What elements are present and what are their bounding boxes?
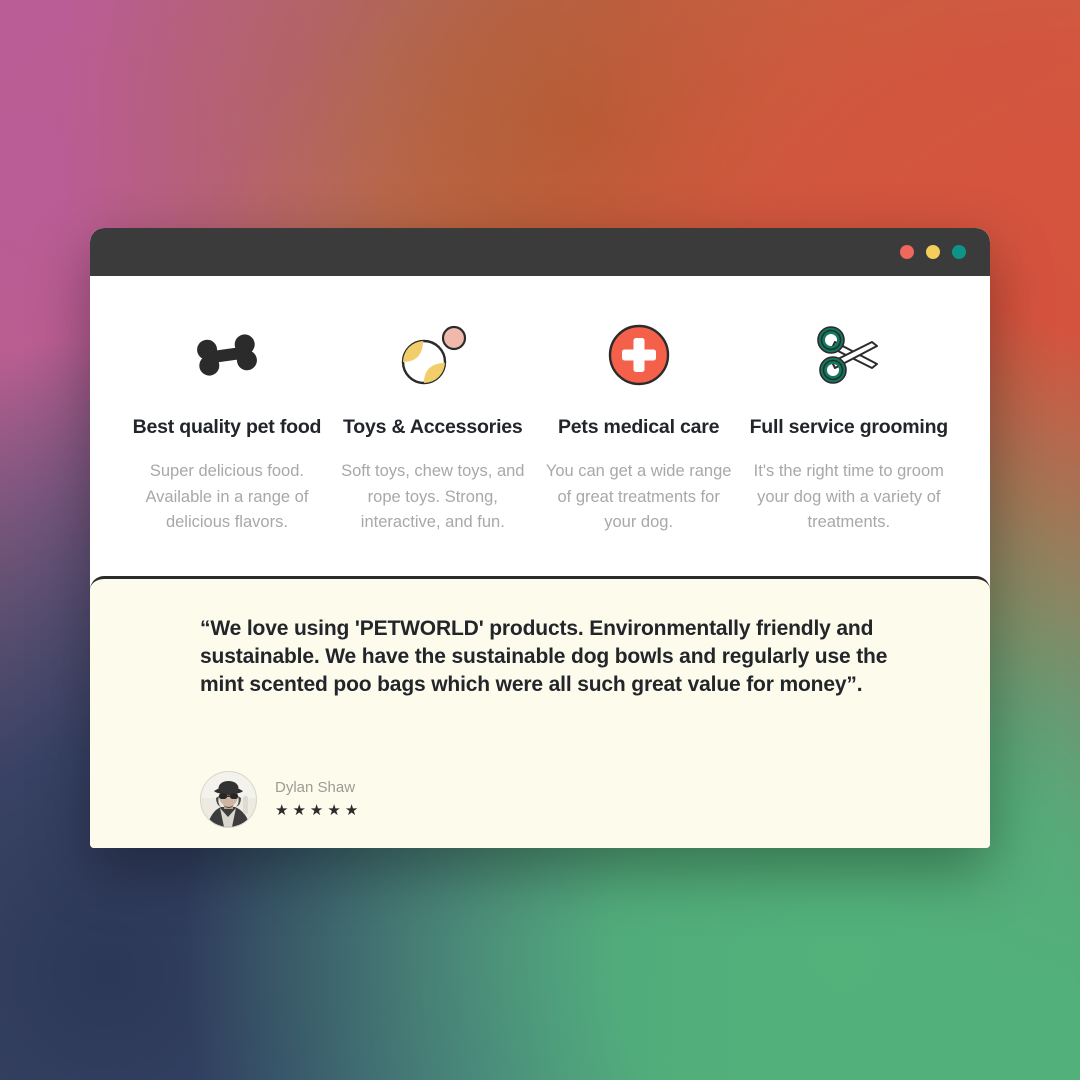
tennis-balls-icon bbox=[399, 316, 467, 394]
maximize-button[interactable] bbox=[952, 245, 966, 259]
feature-card-medical[interactable]: Pets medical care You can get a wide ran… bbox=[536, 316, 742, 576]
feature-description: It's the right time to groom your dog wi… bbox=[753, 462, 944, 531]
browser-window-card: Best quality pet food Super delicious fo… bbox=[90, 228, 990, 848]
feature-title: Pets medical care bbox=[557, 416, 720, 438]
testimonial-author: Dylan Shaw ★ ★ ★ ★ ★ bbox=[200, 771, 358, 828]
minimize-button[interactable] bbox=[926, 245, 940, 259]
feature-description: Super delicious food. Available in a ran… bbox=[145, 462, 309, 531]
feature-description: Soft toys, chew toys, and rope toys. Str… bbox=[341, 462, 525, 531]
star-icon: ★ bbox=[292, 802, 306, 819]
window-titlebar bbox=[90, 228, 990, 276]
feature-card-pet-food[interactable]: Best quality pet food Super delicious fo… bbox=[124, 316, 330, 576]
star-icon: ★ bbox=[327, 802, 341, 819]
feature-title: Full service grooming bbox=[749, 416, 949, 438]
medical-cross-icon bbox=[608, 316, 670, 394]
features-row: Best quality pet food Super delicious fo… bbox=[90, 276, 990, 576]
feature-title: Toys & Accessories bbox=[343, 416, 523, 438]
feature-card-grooming[interactable]: Full service grooming It's the right tim… bbox=[742, 316, 956, 576]
star-icon: ★ bbox=[275, 802, 289, 819]
testimonial-panel: “We love using 'PETWORLD' products. Envi… bbox=[90, 576, 990, 848]
close-button[interactable] bbox=[900, 245, 914, 259]
testimonial-quote: “We love using 'PETWORLD' products. Envi… bbox=[200, 617, 888, 696]
star-icon: ★ bbox=[309, 802, 324, 819]
author-meta: Dylan Shaw ★ ★ ★ ★ ★ bbox=[275, 779, 358, 820]
feature-description: You can get a wide range of great treatm… bbox=[545, 462, 732, 531]
author-name: Dylan Shaw bbox=[275, 779, 356, 796]
star-rating: ★ ★ ★ ★ ★ bbox=[275, 803, 358, 818]
bone-icon bbox=[194, 316, 260, 394]
avatar bbox=[200, 771, 257, 828]
scissors-icon bbox=[815, 316, 883, 394]
feature-card-toys[interactable]: Toys & Accessories Soft toys, chew toys,… bbox=[330, 316, 536, 576]
feature-title: Best quality pet food bbox=[132, 416, 322, 438]
star-icon: ★ bbox=[344, 802, 359, 819]
